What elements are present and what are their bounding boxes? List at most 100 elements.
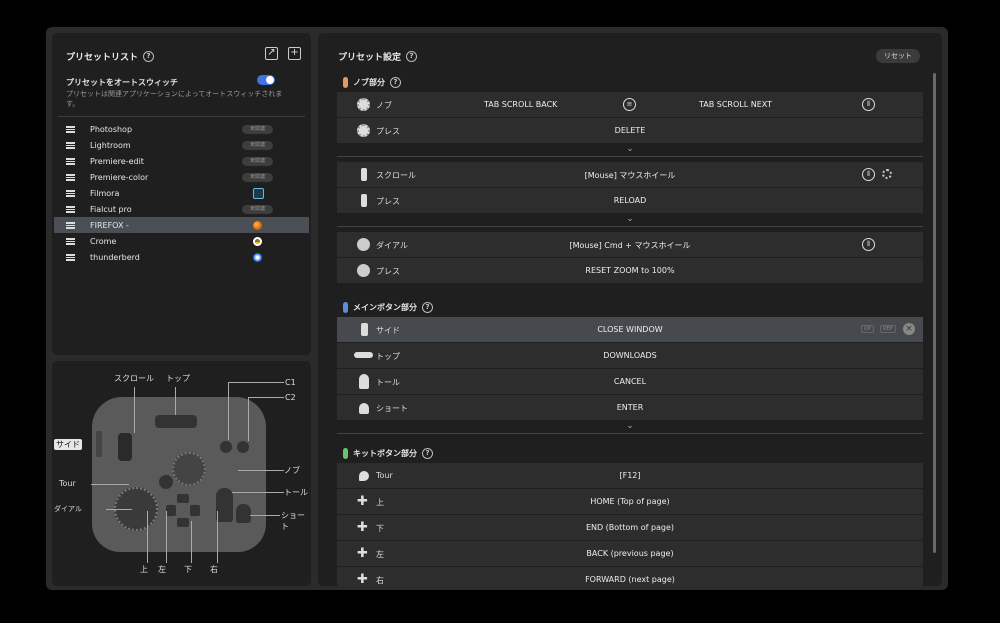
preset-name: Fialcut pro	[90, 204, 132, 214]
mapping-row-top[interactable]: トップ DOWNLOADS	[337, 343, 923, 369]
firefox-icon	[253, 220, 262, 230]
expand-chevron-icon[interactable]: ⌄	[337, 144, 923, 157]
drag-handle-icon[interactable]	[66, 173, 75, 181]
c1-button[interactable]	[220, 441, 232, 453]
drag-handle-icon[interactable]	[66, 253, 75, 261]
label-left: 左	[158, 565, 166, 574]
short-button[interactable]	[236, 504, 251, 523]
drag-handle-icon[interactable]	[66, 205, 75, 213]
preset-name: Premiere-edit	[90, 156, 144, 166]
preset-list: Photoshop 未関連 Lightroom 未関連 Premiere-edi…	[54, 121, 309, 265]
mapping-row-right[interactable]: ✚ 右 FORWARD (next page)	[337, 567, 923, 586]
row-action: BACK (previous page)	[586, 549, 674, 558]
reset-button[interactable]: リセット	[876, 49, 920, 63]
drag-handle-icon[interactable]	[66, 237, 75, 245]
expand-chevron-icon[interactable]: ⌄	[337, 214, 923, 227]
up-badge[interactable]: UP	[861, 325, 874, 333]
preset-item-firefox[interactable]: FIREFOX -	[54, 217, 309, 233]
unlinked-badge: 未関連	[242, 172, 273, 182]
mapping-row-down[interactable]: ✚ 下 END (Bottom of page)	[337, 515, 923, 541]
section-title-text: キットボタン部分	[353, 449, 417, 458]
mapping-row-short[interactable]: ショート ENTER	[337, 395, 923, 421]
expand-chevron-icon[interactable]: ⌄	[337, 421, 923, 434]
mapping-row-dial[interactable]: ダイアル [Mouse] Cmd + マウスホイール ⦀	[337, 232, 923, 258]
row-action: END (Bottom of page)	[585, 523, 675, 532]
knob[interactable]	[172, 452, 206, 486]
export-preset-icon[interactable]: ↗	[265, 47, 278, 60]
mapping-row-scroll[interactable]: スクロール [Mouse] マウスホイール ⦀	[337, 162, 923, 188]
mapping-row-toll[interactable]: トール CANCEL	[337, 369, 923, 395]
help-icon[interactable]: ?	[390, 77, 401, 88]
preset-name: thunderberd	[90, 252, 140, 262]
row-action: [Mouse] マウスホイール	[584, 171, 676, 180]
help-icon[interactable]: ?	[406, 51, 418, 62]
side-button[interactable]	[96, 431, 102, 457]
preset-item-premiere-edit[interactable]: Premiere-edit 未関連	[54, 153, 309, 169]
add-preset-icon[interactable]: +	[288, 47, 301, 60]
preset-settings-header: プリセット設定 ?	[338, 50, 418, 63]
preset-name: Filmora	[90, 188, 120, 198]
mapping-row-scroll-press[interactable]: プレス RELOAD	[337, 188, 923, 214]
drag-handle-icon[interactable]	[66, 221, 75, 229]
mapping-row-up[interactable]: ✚ 上 HOME (Top of page)	[337, 489, 923, 515]
repeat-icon[interactable]: ⦀	[862, 168, 875, 181]
preset-settings-title: プリセット設定	[338, 53, 402, 63]
help-icon[interactable]: ?	[422, 302, 433, 313]
mapping-row-tour[interactable]: Tour [F12]	[337, 463, 923, 489]
preset-item-fialcut-pro[interactable]: Fialcut pro 未関連	[54, 201, 309, 217]
mapping-row-side[interactable]: サイド CLOSE WINDOW UP REP ×	[337, 317, 923, 343]
knob-section-title: ノブ部分 ?	[343, 77, 401, 88]
main-section-title: メインボタン部分 ?	[343, 302, 433, 313]
tall-button[interactable]	[216, 488, 233, 522]
speed-icon[interactable]	[882, 169, 892, 179]
divider	[58, 116, 305, 117]
tour-button[interactable]	[159, 475, 173, 489]
scroll-wheel[interactable]	[118, 433, 132, 461]
row-action: RESET ZOOM to 100%	[585, 266, 675, 275]
drag-handle-icon[interactable]	[66, 141, 75, 149]
dpad-down[interactable]	[177, 518, 189, 527]
auto-switch-label: プリセットをオートスウィッチ	[66, 78, 178, 87]
repeat-badge[interactable]: REP	[880, 325, 896, 333]
auto-switch-toggle[interactable]	[257, 75, 275, 85]
preset-name: Crome	[90, 236, 117, 246]
help-icon[interactable]: ?	[143, 51, 155, 62]
dpad-up[interactable]	[177, 494, 189, 503]
repeat-icon[interactable]: ⦀	[862, 238, 875, 251]
help-icon[interactable]: ?	[422, 448, 433, 459]
scrollbar[interactable]	[933, 73, 936, 553]
preset-name: Premiere-color	[90, 172, 149, 182]
mapping-row-dial-press[interactable]: プレス RESET ZOOM to 100%	[337, 258, 923, 284]
label-c1: C1	[285, 378, 296, 387]
dpad-right[interactable]	[190, 505, 200, 516]
top-button[interactable]	[155, 415, 197, 428]
switch-icon[interactable]: ≡	[623, 98, 636, 111]
preset-name: Photoshop	[90, 124, 133, 134]
preset-item-filmora[interactable]: Filmora	[54, 185, 309, 201]
unlinked-badge: 未関連	[242, 124, 273, 134]
label-c2: C2	[285, 393, 296, 402]
drag-handle-icon[interactable]	[66, 157, 75, 165]
c2-button[interactable]	[237, 441, 249, 453]
preset-item-crome[interactable]: Crome	[54, 233, 309, 249]
knob-icon	[357, 98, 370, 111]
tourbox-device	[92, 397, 266, 552]
section-color-bar	[343, 448, 348, 459]
preset-item-lightroom[interactable]: Lightroom 未関連	[54, 137, 309, 153]
drag-handle-icon[interactable]	[66, 189, 75, 197]
row-action: RELOAD	[613, 196, 647, 205]
app-window: プリセットリスト ? ↗ + プリセットをオートスウィッチ プリセットは関連アプ…	[46, 27, 948, 590]
repeat-icon[interactable]: ⦀	[862, 98, 875, 111]
mapping-row-knob-press[interactable]: プレス DELETE	[337, 118, 923, 144]
preset-item-premiere-color[interactable]: Premiere-color 未関連	[54, 169, 309, 185]
label-dial: ダイアル	[54, 505, 82, 513]
filmora-icon	[253, 187, 264, 199]
drag-handle-icon[interactable]	[66, 125, 75, 133]
preset-item-thunderberd[interactable]: thunderberd	[54, 249, 309, 265]
preset-item-photoshop[interactable]: Photoshop 未関連	[54, 121, 309, 137]
dpad-left[interactable]	[166, 505, 176, 516]
knob-rows: ノブ TAB SCROLL BACK ≡ TAB SCROLL NEXT ⦀ プ…	[337, 92, 923, 144]
clear-icon[interactable]: ×	[903, 323, 915, 335]
mapping-row-knob[interactable]: ノブ TAB SCROLL BACK ≡ TAB SCROLL NEXT ⦀	[337, 92, 923, 118]
mapping-row-left[interactable]: ✚ 左 BACK (previous page)	[337, 541, 923, 567]
